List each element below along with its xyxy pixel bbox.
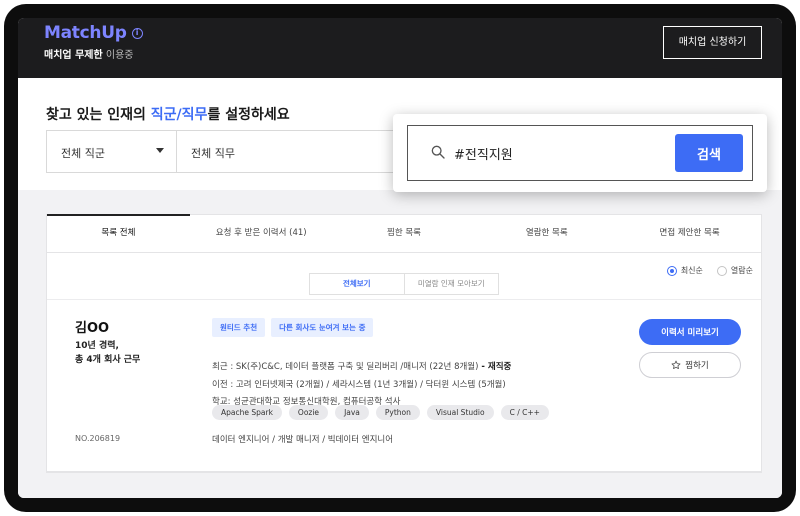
candidate-roles: 데이터 엔지니어 / 개발 매니저 / 빅데이터 엔지니어 (212, 435, 394, 445)
skill-chip: Apache Spark (212, 405, 282, 420)
favorite-label: 찜하기 (685, 361, 709, 371)
candidate-previous-career: 이전 : 고려 인터넷제국 (2개월) / 세라시스템 (1년 3개월) / 닥… (212, 380, 506, 390)
filter-title: 찾고 있는 인재의 직군/직무를 설정하세요 (46, 104, 290, 124)
search-popup: 검색 (393, 114, 767, 192)
candidate-recent-career: 최근 : SK(주)C&C, 데이터 플랫폼 구축 및 딜리버리 /매니저 (2… (212, 360, 511, 372)
filter-bar: 전체 직군 전체 직무 (46, 130, 416, 173)
search-box: 검색 (407, 125, 753, 181)
favorite-button[interactable]: 찜하기 (639, 352, 741, 378)
sort-latest-label: 최신순 (680, 266, 703, 275)
logo[interactable]: MatchUp i (44, 23, 143, 43)
recent-career-text: 최근 : SK(주)C&C, 데이터 플랫폼 구축 및 딜리버리 /매니저 (2… (212, 362, 479, 372)
job-group-value: 전체 직군 (61, 147, 105, 160)
job-duty-value: 전체 직무 (191, 147, 235, 160)
tab-favorites[interactable]: 찜한 목록 (333, 215, 476, 252)
screen: MatchUp i 매치업 무제한 이용중 매치업 신청하기 찾고 있는 인재의… (18, 18, 782, 498)
search-input[interactable] (454, 142, 654, 164)
sort-options: 최신순 열람순 (653, 265, 753, 276)
info-icon[interactable]: i (131, 27, 143, 39)
candidate-name: 김OO (75, 321, 110, 336)
resume-preview-button[interactable]: 이력서 미리보기 (639, 319, 741, 345)
tab-all[interactable]: 목록 전체 (47, 214, 190, 252)
badge-other-companies: 다른 회사도 눈여겨 보는 중 (271, 318, 374, 337)
talent-list-card: 목록 전체 요청 후 받은 이력서 (41) 찜한 목록 열람한 목록 면접 제… (46, 214, 762, 472)
sort-viewed[interactable]: 열람순 (716, 265, 753, 276)
device-frame: MatchUp i 매치업 무제한 이용중 매치업 신청하기 찾고 있는 인재의… (4, 4, 796, 512)
skill-chip: Oozie (288, 405, 329, 420)
list-bottom-divider (46, 472, 762, 473)
search-button[interactable]: 검색 (675, 134, 743, 172)
skill-chip: Visual Studio (426, 405, 494, 420)
filter-title-accent: 직군/직무 (150, 107, 208, 123)
view-unviewed-button[interactable]: 미열람 인재 모아보기 (405, 274, 499, 294)
star-icon (671, 360, 681, 369)
view-toggle: 전체보기 미열람 인재 모아보기 (309, 273, 499, 295)
sort-latest[interactable]: 최신순 (666, 265, 703, 276)
skill-chip: Python (375, 405, 420, 420)
job-duty-dropdown[interactable]: 전체 직무 (177, 131, 415, 172)
divider (47, 299, 761, 300)
subscription-plan: 매치업 무제한 (44, 50, 103, 61)
tab-bar: 목록 전체 요청 후 받은 이력서 (41) 찜한 목록 열람한 목록 면접 제… (47, 214, 761, 253)
subscription-state: 이용중 (105, 50, 134, 61)
skill-chip: Java (335, 405, 369, 420)
candidate-companies: 총 4개 회사 근무 (75, 355, 141, 365)
tab-viewed[interactable]: 열람한 목록 (475, 215, 618, 252)
job-group-dropdown[interactable]: 전체 직군 (47, 131, 177, 172)
candidate-badges: 원티드 추천 다른 회사도 눈여겨 보는 중 (212, 318, 379, 337)
search-icon (431, 145, 445, 159)
view-all-button[interactable]: 전체보기 (310, 274, 405, 294)
filter-title-suffix: 를 설정하세요 (207, 107, 290, 123)
filter-title-prefix: 찾고 있는 인재의 (46, 107, 151, 123)
subscription-status: 매치업 무제한 이용중 (44, 46, 133, 61)
radio-latest[interactable] (666, 265, 677, 276)
logo-text: MatchUp (44, 23, 127, 43)
header: MatchUp i 매치업 무제한 이용중 매치업 신청하기 (18, 18, 782, 78)
badge-wanted-recommend: 원티드 추천 (212, 318, 266, 337)
candidate-years: 10년 경력, (75, 341, 119, 351)
candidate-number: NO.206819 (75, 434, 121, 443)
candidate-experience: 10년 경력, 총 4개 회사 근무 (75, 339, 140, 367)
apply-matchup-button[interactable]: 매치업 신청하기 (663, 26, 762, 59)
tab-interview-offered[interactable]: 면접 제안한 목록 (618, 215, 761, 252)
caret-down-icon (156, 148, 164, 153)
radio-viewed[interactable] (716, 265, 727, 276)
sort-viewed-label: 열람순 (730, 266, 753, 275)
skill-chips: Apache Spark Oozie Java Python Visual St… (212, 405, 556, 420)
tab-received-resumes[interactable]: 요청 후 받은 이력서 (41) (190, 215, 333, 252)
skill-chip: C / C++ (500, 405, 549, 420)
recent-career-status: - 재직중 (478, 362, 512, 372)
